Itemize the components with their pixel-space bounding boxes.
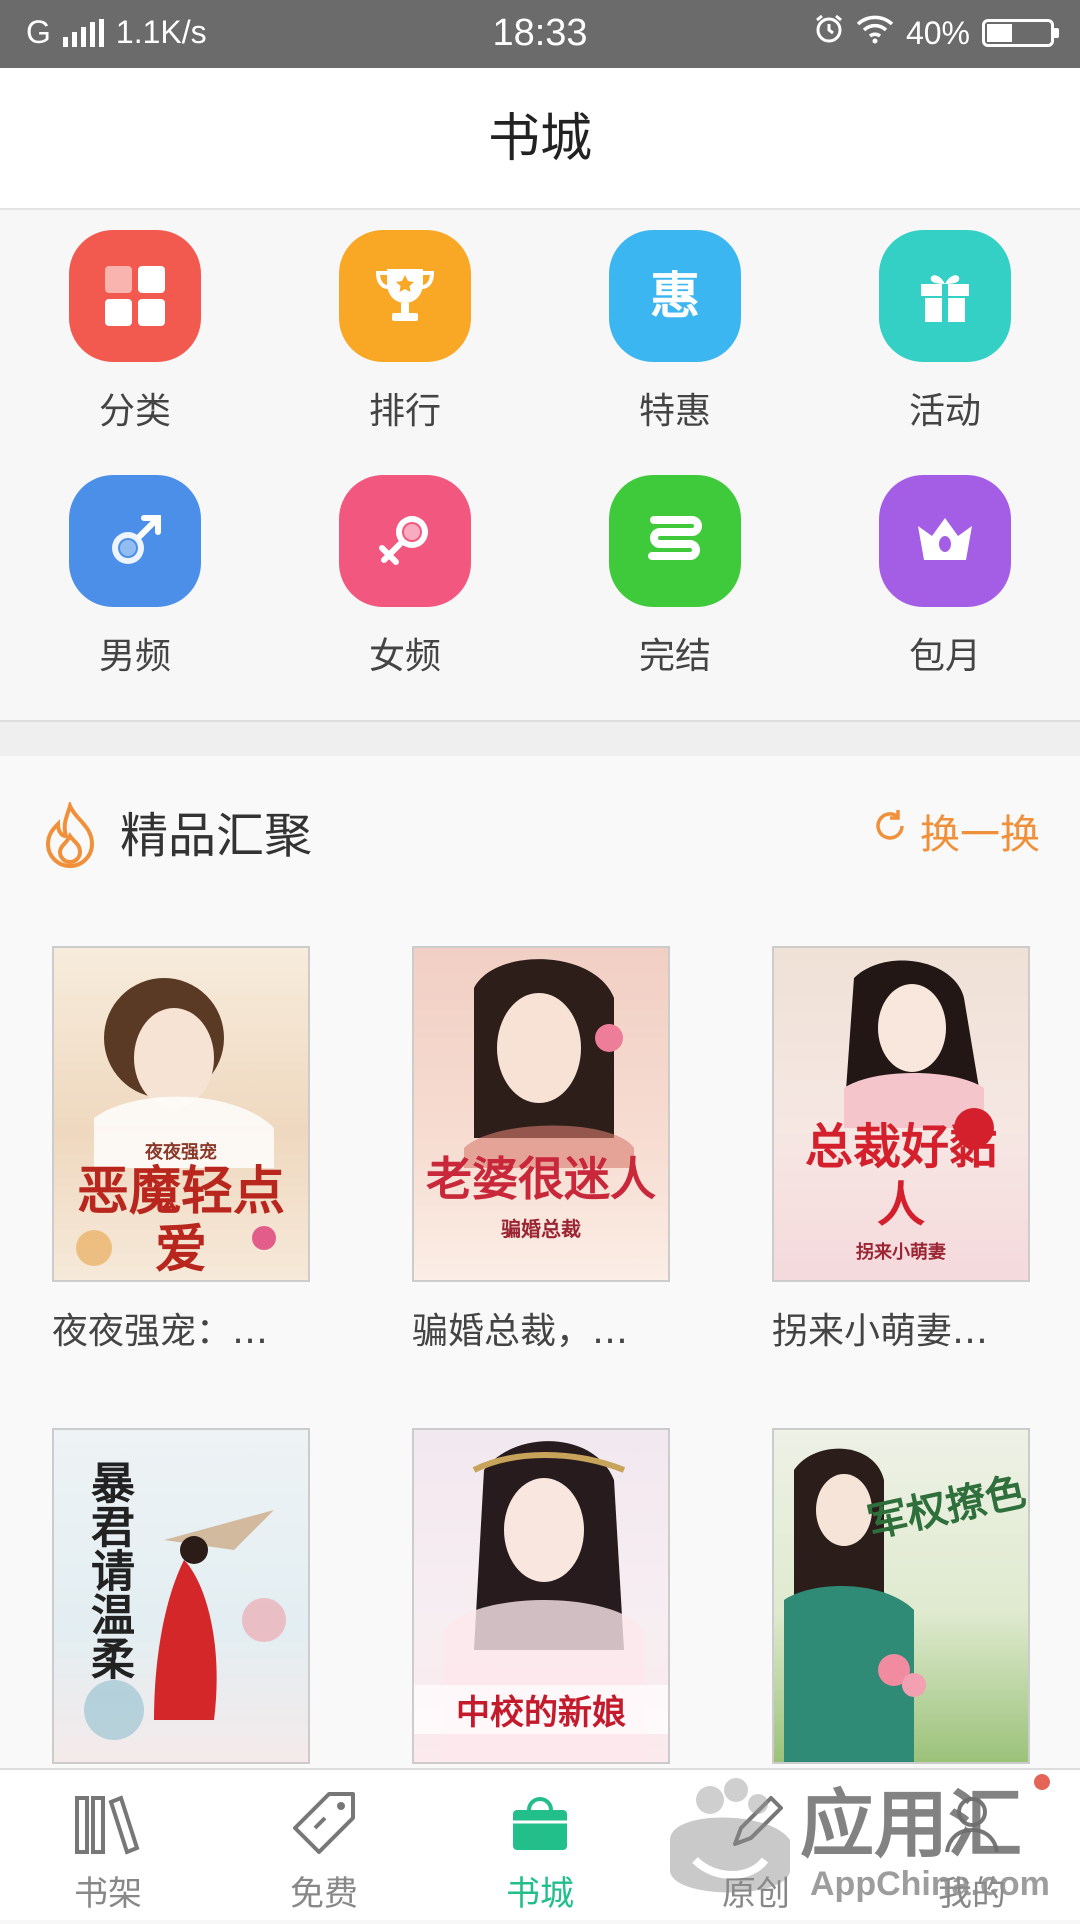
tab-label: 书架 xyxy=(74,1874,142,1914)
tab-mine[interactable]: 我的 xyxy=(892,1784,1052,1915)
book-cover: 军权撩色 xyxy=(772,1428,1030,1764)
female-icon xyxy=(339,475,471,607)
bag-icon xyxy=(460,1784,620,1862)
crown-icon xyxy=(879,475,1011,607)
tab-bookshelf[interactable]: 书架 xyxy=(28,1784,188,1915)
book-title: 夜夜强宠：… xyxy=(52,1311,269,1352)
book-cover: 老婆很迷人 骗婚总裁 xyxy=(412,946,670,1282)
category-label: 排行 xyxy=(368,391,441,432)
cover-title: 中校的新娘 xyxy=(414,1685,668,1734)
book-cover: 暴君请温柔 xyxy=(52,1428,310,1764)
battery-level xyxy=(987,24,1012,42)
category-label: 包月 xyxy=(908,636,981,677)
battery-icon xyxy=(982,19,1059,47)
book-title: 拐来小萌妻… xyxy=(772,1311,989,1352)
wifi-icon xyxy=(856,14,894,52)
section-title: 精品汇聚 xyxy=(120,808,313,864)
category-item-ranking[interactable]: 排行 xyxy=(305,230,505,434)
category-item-discount[interactable]: 惠 特惠 xyxy=(575,230,775,434)
pen-icon xyxy=(676,1784,836,1862)
tab-label: 原创 xyxy=(722,1874,790,1914)
cover-subtitle: 拐来小萌妻 xyxy=(856,1242,946,1263)
book-card[interactable]: 老婆很迷人 骗婚总裁 骗婚总裁，… xyxy=(412,946,670,1354)
page-title: 书城 xyxy=(487,109,592,169)
bookshelf-icon xyxy=(28,1784,188,1862)
refresh-button[interactable]: 换一换 xyxy=(870,802,1040,860)
tab-label: 我的 xyxy=(938,1874,1006,1914)
category-label: 活动 xyxy=(908,391,981,432)
book-card[interactable]: 中校的新娘 xyxy=(412,1428,670,1764)
trophy-icon xyxy=(339,230,471,362)
cover-title: 总裁好黏人 xyxy=(804,1119,997,1233)
svg-text:惠: 惠 xyxy=(650,267,700,325)
book-card[interactable]: 军权撩色 xyxy=(772,1428,1030,1764)
book-card[interactable]: 暴君请温柔 xyxy=(52,1428,310,1764)
book-cover: 中校的新娘 xyxy=(412,1428,670,1764)
complete-icon xyxy=(609,475,741,607)
refresh-label: 换一换 xyxy=(920,812,1040,858)
person-icon xyxy=(892,1784,1052,1862)
category-grid: 分类 排行 惠 特惠 活动 男频 女频 完结 包月 xyxy=(0,210,1080,720)
book-title: 骗婚总裁，… xyxy=(412,1311,629,1352)
discount-icon: 惠 xyxy=(609,230,741,362)
tab-label: 书城 xyxy=(506,1874,574,1914)
category-label: 男频 xyxy=(98,636,171,677)
category-item-activity[interactable]: 活动 xyxy=(845,230,1045,434)
gift-icon xyxy=(879,230,1011,362)
tab-original[interactable]: 原创 xyxy=(676,1784,836,1915)
bottom-tab-bar: 书架 免费 书城 原创 我的 xyxy=(0,1768,1080,1920)
alarm-icon xyxy=(814,14,844,52)
category-item-classify[interactable]: 分类 xyxy=(35,230,235,434)
cover-title: 暴君请温柔 xyxy=(83,1460,134,1680)
category-item-complete[interactable]: 完结 xyxy=(575,475,775,679)
cover-title: 恶魔轻点爱 xyxy=(76,1161,285,1280)
category-label: 完结 xyxy=(638,636,711,677)
flame-icon xyxy=(40,799,100,876)
category-item-male[interactable]: 男频 xyxy=(35,475,235,679)
title-bar: 书城 xyxy=(0,68,1080,210)
status-bar: G 1.1K/s 18:33 40% xyxy=(0,0,1080,68)
category-item-female[interactable]: 女频 xyxy=(305,475,505,679)
status-right: 40% xyxy=(814,14,1059,52)
section-divider xyxy=(0,720,1080,756)
category-label: 女频 xyxy=(368,636,441,677)
battery-percent: 40% xyxy=(905,14,970,51)
book-card[interactable]: 夜夜强宠 恶魔轻点爱 夜夜强宠：… xyxy=(52,946,310,1354)
refresh-icon xyxy=(870,806,910,856)
cover-subtitle: 骗婚总裁 xyxy=(501,1217,581,1241)
tab-bookstore[interactable]: 书城 xyxy=(460,1784,620,1915)
grid-icon xyxy=(69,230,201,362)
featured-section: 精品汇聚 换一换 夜夜强宠 恶魔轻点爱 夜夜强宠：… 老婆很迷人 骗婚总裁 骗婚… xyxy=(0,756,1080,1768)
section-header: 精品汇聚 换一换 xyxy=(40,796,1040,876)
book-cover: 夜夜强宠 恶魔轻点爱 xyxy=(52,946,310,1282)
book-card[interactable]: 总裁好黏人 拐来小萌妻 拐来小萌妻… xyxy=(772,946,1030,1354)
category-label: 分类 xyxy=(98,391,171,432)
tag-icon xyxy=(244,1784,404,1862)
tab-label: 免费 xyxy=(290,1874,358,1914)
cover-title: 老婆很迷人 xyxy=(426,1152,656,1206)
male-icon xyxy=(69,475,201,607)
book-cover: 总裁好黏人 拐来小萌妻 xyxy=(772,946,1030,1282)
category-item-monthly[interactable]: 包月 xyxy=(845,475,1045,679)
category-label: 特惠 xyxy=(638,391,711,432)
tab-free[interactable]: 免费 xyxy=(244,1784,404,1915)
